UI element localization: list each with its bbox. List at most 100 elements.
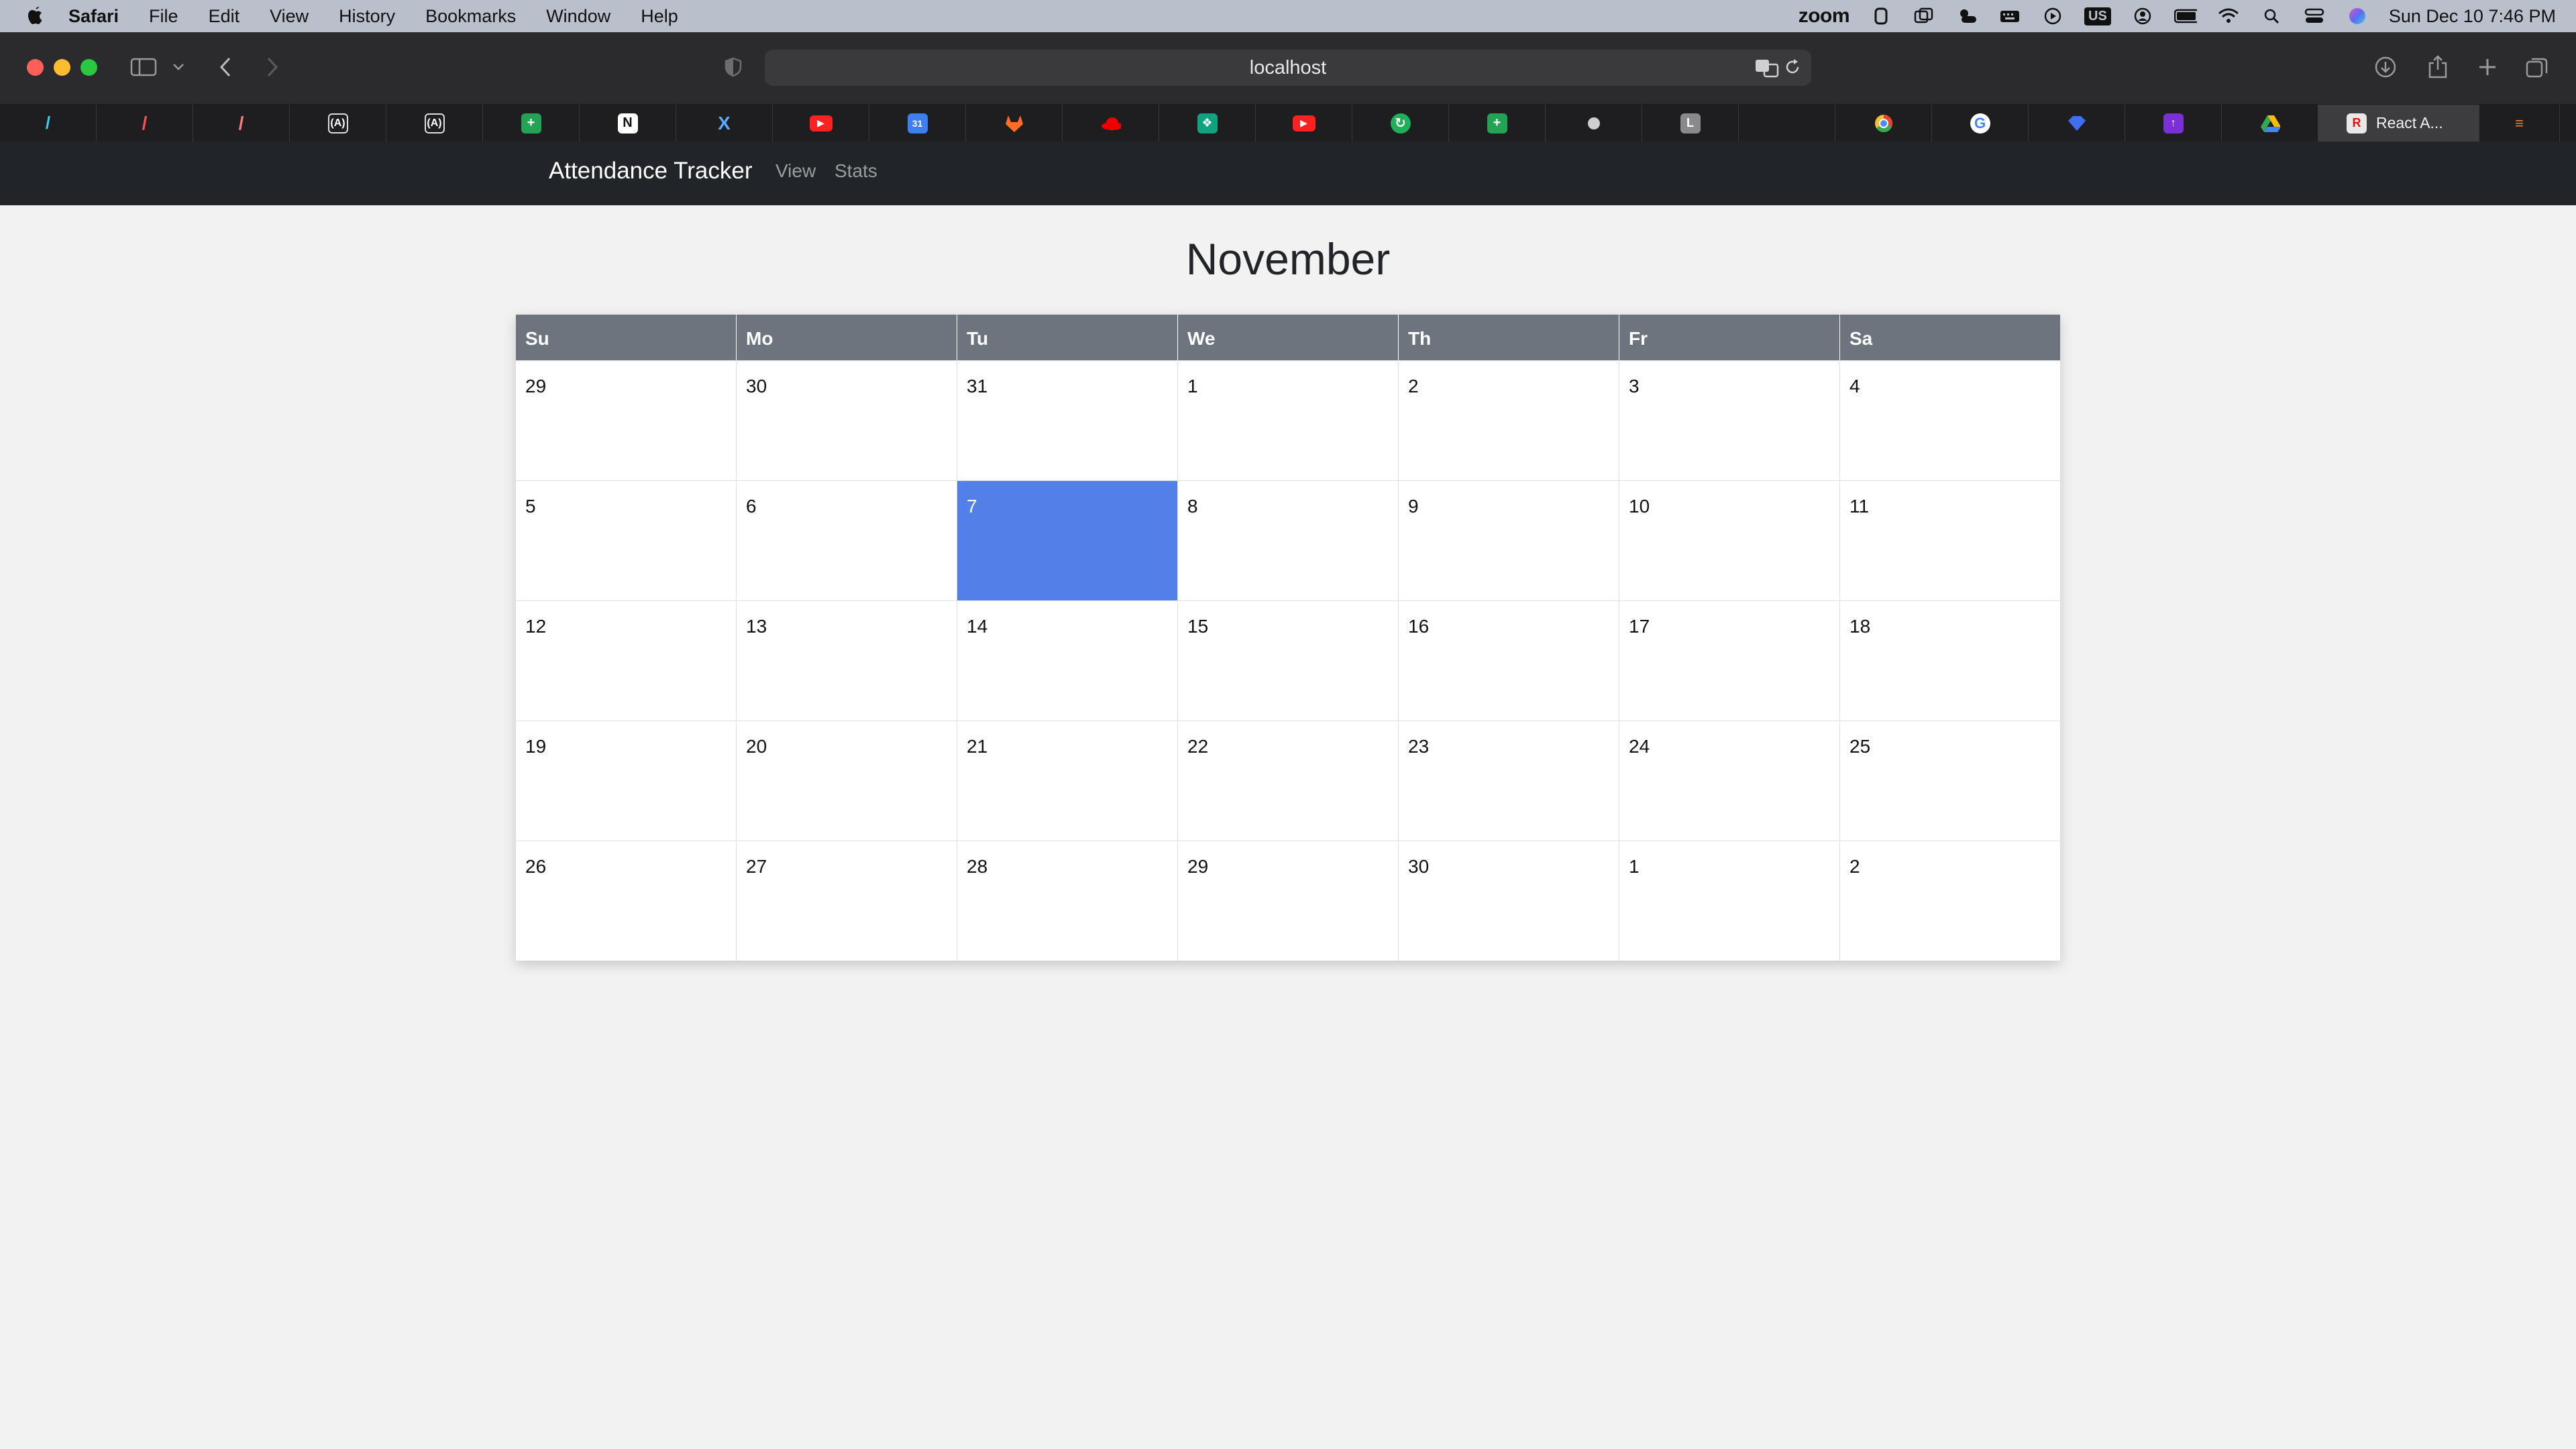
battery-icon[interactable] (2174, 6, 2197, 26)
pinned-tab[interactable]: (A) (290, 105, 386, 142)
pinned-tab[interactable]: N (580, 105, 676, 142)
calendar-day-cell[interactable]: 27 (737, 841, 957, 961)
calendar-day-cell[interactable]: 23 (1399, 721, 1619, 841)
close-window-button[interactable] (27, 59, 44, 76)
zoom-status-item[interactable]: zoom (1799, 5, 1850, 28)
calendar-day-cell[interactable]: 31 (957, 361, 1178, 480)
calendar-day-cell[interactable]: 2 (1840, 841, 2060, 961)
pinned-tab[interactable]: (A) (386, 105, 483, 142)
calendar-day-cell[interactable]: 12 (516, 601, 737, 720)
calendar-day-cell[interactable]: 1 (1619, 841, 1840, 961)
control-center-icon[interactable] (2303, 6, 2326, 26)
spotlight-search-icon[interactable] (2260, 6, 2283, 26)
menu-file[interactable]: File (149, 6, 178, 27)
calendar-day-cell[interactable]: 26 (516, 841, 737, 961)
calendar-day-cell[interactable]: 1 (1178, 361, 1399, 480)
chevron-down-icon[interactable] (169, 52, 188, 82)
pinned-tab[interactable]: ▶ (1256, 105, 1352, 142)
play-circle-icon[interactable] (2041, 6, 2064, 26)
menu-window[interactable]: Window (546, 6, 610, 27)
pinned-tab[interactable] (1063, 105, 1159, 142)
keyboard-icon[interactable] (1998, 6, 2021, 26)
pinned-tab[interactable]: / (0, 105, 97, 142)
pinned-tab[interactable]: ↑ (2125, 105, 2222, 142)
pinned-tab[interactable] (1835, 105, 1932, 142)
sidebar-toggle-icon[interactable] (129, 52, 158, 82)
calendar-day-cell[interactable]: 14 (957, 601, 1178, 720)
pinned-tab[interactable]: + (1449, 105, 1546, 142)
calendar-day-cell[interactable]: 28 (957, 841, 1178, 961)
evernote-icon[interactable] (1870, 6, 1892, 26)
menu-bookmarks[interactable]: Bookmarks (425, 6, 516, 27)
pinned-tab[interactable] (966, 105, 1063, 142)
windows-icon[interactable] (1913, 6, 1935, 26)
calendar-day-cell[interactable]: 9 (1399, 481, 1619, 600)
menu-app-name[interactable]: Safari (68, 6, 119, 27)
calendar-day-cell[interactable]: 3 (1619, 361, 1840, 480)
calendar-day-cell[interactable]: 17 (1619, 601, 1840, 720)
navbar-brand[interactable]: Attendance Tracker (549, 158, 753, 184)
active-tab[interactable]: R React A... (2318, 105, 2479, 142)
input-source-badge[interactable]: US (2084, 7, 2111, 25)
maximize-window-button[interactable] (80, 59, 97, 76)
calendar-day-cell[interactable]: 8 (1178, 481, 1399, 600)
siri-icon[interactable] (2346, 6, 2369, 26)
calendar-day-cell[interactable]: 29 (516, 361, 737, 480)
calendar-day-cell[interactable]: 15 (1178, 601, 1399, 720)
new-tab-icon[interactable] (2474, 52, 2501, 82)
calendar-day-cell[interactable]: 20 (737, 721, 957, 841)
calendar-day-cell[interactable]: 21 (957, 721, 1178, 841)
menu-help[interactable]: Help (641, 6, 678, 27)
minimize-window-button[interactable] (54, 59, 70, 76)
calendar-day-cell[interactable]: 30 (1399, 841, 1619, 961)
calendar-day-cell[interactable]: 6 (737, 481, 957, 600)
tab-overview-icon[interactable] (2524, 52, 2551, 82)
wifi-icon[interactable] (2217, 6, 2240, 26)
calendar-day-cell[interactable]: 24 (1619, 721, 1840, 841)
calendar-day-cell[interactable]: 10 (1619, 481, 1840, 600)
downloads-icon[interactable] (2372, 52, 2399, 82)
pinned-tab[interactable]: ▶ (773, 105, 869, 142)
pinned-tab[interactable]: G (1932, 105, 2029, 142)
calendar-day-cell[interactable]: 11 (1840, 481, 2060, 600)
apple-menu-icon[interactable] (25, 5, 46, 28)
pinned-tab[interactable]: + (483, 105, 580, 142)
pinned-tab[interactable]: L (1642, 105, 1739, 142)
calendar-day-cell[interactable]: 25 (1840, 721, 2060, 841)
share-icon[interactable] (2424, 52, 2451, 82)
pinned-tab[interactable] (2222, 105, 2318, 142)
user-circle-icon[interactable] (2131, 6, 2154, 26)
back-button-icon[interactable] (213, 52, 237, 82)
calendar-day-cell[interactable]: 16 (1399, 601, 1619, 720)
pinned-tab[interactable]: ≡ (2479, 105, 2560, 142)
pinned-tab[interactable]: ↻ (1352, 105, 1449, 142)
calendar-day-cell[interactable]: 18 (1840, 601, 2060, 720)
pinned-tab[interactable]: / (97, 105, 193, 142)
translate-icon[interactable] (1755, 58, 1779, 83)
nav-link-view[interactable]: View (775, 160, 816, 182)
menu-clock[interactable]: Sun Dec 10 7:46 PM (2389, 6, 2556, 27)
pinned-tab[interactable] (1739, 105, 1835, 142)
calendar-day-cell[interactable]: 4 (1840, 361, 2060, 480)
calendar-day-cell[interactable]: 13 (737, 601, 957, 720)
weather-icon[interactable] (1955, 6, 1978, 26)
calendar-day-cell[interactable]: 2 (1399, 361, 1619, 480)
calendar-day-cell[interactable]: 30 (737, 361, 957, 480)
pinned-tab[interactable]: X (676, 105, 773, 142)
reload-icon[interactable] (1783, 58, 1802, 82)
nav-link-stats[interactable]: Stats (835, 160, 877, 182)
calendar-day-cell[interactable]: 5 (516, 481, 737, 600)
menu-history[interactable]: History (339, 6, 395, 27)
menu-view[interactable]: View (270, 6, 309, 27)
calendar-day-cell[interactable]: 19 (516, 721, 737, 841)
pinned-tab[interactable]: ❖ (1159, 105, 1256, 142)
privacy-shield-icon[interactable] (722, 52, 745, 82)
address-bar[interactable]: localhost (765, 50, 1811, 86)
calendar-day-cell-selected[interactable]: 7 (957, 481, 1178, 600)
pinned-tab[interactable] (2029, 105, 2125, 142)
menu-edit[interactable]: Edit (209, 6, 240, 27)
calendar-day-cell[interactable]: 29 (1178, 841, 1399, 961)
forward-button-icon[interactable] (260, 52, 284, 82)
pinned-tab[interactable]: / (193, 105, 290, 142)
calendar-day-cell[interactable]: 22 (1178, 721, 1399, 841)
